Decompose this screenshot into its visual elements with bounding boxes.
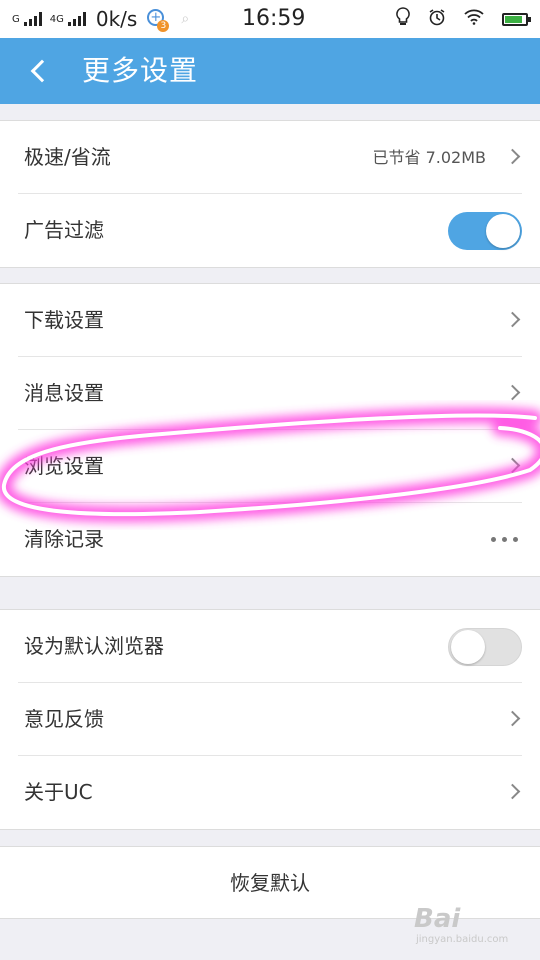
signal-icon-2 bbox=[67, 12, 86, 26]
back-button[interactable] bbox=[28, 38, 58, 104]
row-feedback[interactable]: 意见反馈 bbox=[18, 683, 522, 756]
row-label: 清除记录 bbox=[24, 527, 104, 551]
more-icon bbox=[491, 537, 518, 542]
row-ad-filter: 广告过滤 bbox=[18, 194, 522, 267]
page-title: 更多设置 bbox=[82, 54, 199, 87]
row-label: 消息设置 bbox=[24, 381, 104, 405]
notification-badge: 3 bbox=[157, 20, 170, 32]
row-default-browser: 设为默认浏览器 bbox=[18, 610, 522, 683]
search-status-icon: ⌕ bbox=[181, 11, 190, 27]
row-label: 下载设置 bbox=[24, 308, 104, 332]
signal-icon bbox=[23, 12, 42, 26]
watermark-brand: Bai bbox=[414, 904, 461, 934]
section-speed-ads: 极速/省流 已节省 7.02MB 广告过滤 bbox=[0, 120, 540, 268]
row-label: 意见反馈 bbox=[24, 707, 104, 731]
carrier2-label: 4G bbox=[49, 13, 64, 25]
baidu-watermark: Bai jingyan.baidu.com bbox=[408, 900, 528, 950]
row-label: 设为默认浏览器 bbox=[24, 634, 164, 658]
network-speed: 0k/s bbox=[95, 7, 138, 31]
clock: 16:59 bbox=[242, 6, 306, 31]
section-about: 设为默认浏览器 意见反馈 关于UC bbox=[0, 609, 540, 830]
chevron-right-icon bbox=[504, 710, 521, 727]
lightbulb-icon bbox=[396, 6, 410, 32]
chevron-right-icon bbox=[504, 311, 521, 328]
alarm-icon bbox=[428, 8, 446, 31]
notification-icon: + 3 bbox=[147, 9, 170, 32]
chevron-right-icon bbox=[504, 457, 521, 474]
watermark-url: jingyan.baidu.com bbox=[416, 934, 509, 945]
row-label: 浏览设置 bbox=[24, 454, 104, 478]
ad-filter-toggle[interactable] bbox=[448, 212, 522, 250]
carrier1-label: G bbox=[12, 13, 20, 25]
title-bar: 更多设置 bbox=[0, 38, 540, 104]
row-browse-settings[interactable]: 浏览设置 bbox=[18, 430, 522, 503]
row-label: 广告过滤 bbox=[24, 218, 104, 242]
row-about-uc[interactable]: 关于UC bbox=[18, 756, 522, 829]
chevron-right-icon bbox=[504, 148, 521, 165]
battery-icon bbox=[502, 12, 531, 26]
chevron-left-icon bbox=[30, 59, 54, 83]
status-bar: G 4G 0k/s + 3 ⌕ 16:59 bbox=[0, 0, 540, 38]
row-message-settings[interactable]: 消息设置 bbox=[18, 357, 522, 430]
row-label: 极速/省流 bbox=[24, 145, 111, 169]
section-settings: 下载设置 消息设置 浏览设置 清除记录 bbox=[0, 283, 540, 577]
row-download-settings[interactable]: 下载设置 bbox=[18, 284, 522, 357]
row-speed-saving[interactable]: 极速/省流 已节省 7.02MB bbox=[18, 121, 522, 194]
wifi-icon bbox=[464, 9, 484, 30]
row-clear-history[interactable]: 清除记录 bbox=[18, 503, 522, 576]
saved-data-value: 已节省 7.02MB bbox=[372, 148, 487, 167]
default-browser-toggle[interactable] bbox=[448, 628, 522, 666]
row-label: 关于UC bbox=[24, 780, 93, 804]
chevron-right-icon bbox=[504, 384, 521, 401]
chevron-right-icon bbox=[504, 783, 521, 800]
